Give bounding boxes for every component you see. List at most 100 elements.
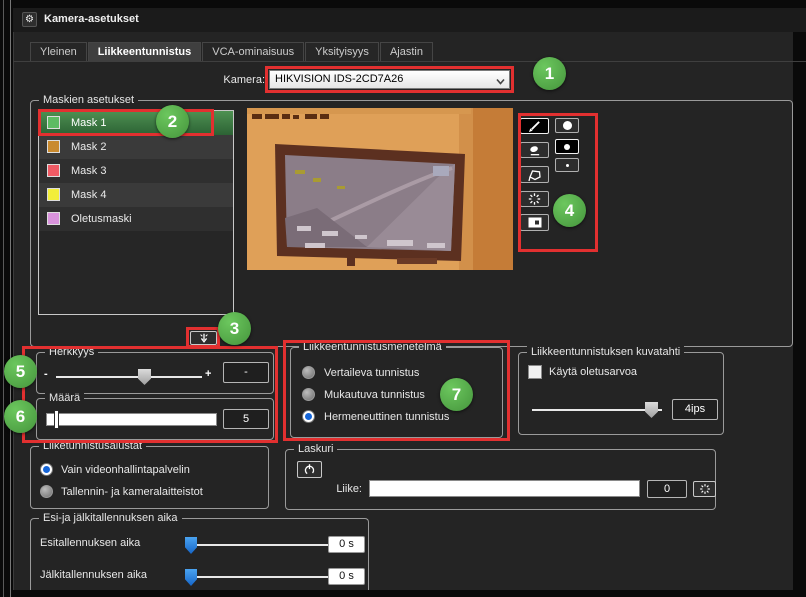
clear-mask-icon (527, 192, 542, 206)
counter-power-button[interactable] (297, 461, 322, 478)
counter-test-button[interactable] (693, 481, 716, 497)
title-bar: ⚙ Kamera-asetukset (13, 8, 806, 32)
tab-yleinen[interactable]: Yleinen (30, 42, 87, 62)
tab-vca-ominaisuus[interactable]: VCA-ominaisuus (202, 42, 304, 62)
post-recording-value-field[interactable]: 0 s (328, 568, 365, 585)
tab-divider (13, 61, 806, 62)
brush-small-icon (566, 164, 569, 167)
mask-color-swatch (47, 116, 60, 129)
eraser-icon (527, 144, 542, 157)
annotation-badge-2: 2 (156, 105, 189, 138)
use-default-checkbox[interactable] (528, 365, 542, 379)
sensitivity-value-field[interactable]: - (223, 362, 269, 383)
post-recording-label: Jälkitallennuksen aika (40, 569, 147, 581)
use-default-label[interactable]: Käytä oletusarvoa (549, 366, 637, 378)
eraser-tool-button[interactable] (520, 142, 549, 158)
pen-icon (527, 120, 542, 133)
framerate-legend: Liikkeentunnistuksen kuvatahti (527, 346, 684, 358)
mask-name: Mask 2 (71, 135, 106, 159)
motion-label: Liike: (326, 483, 362, 495)
framerate-slider-track[interactable] (532, 409, 662, 411)
window-edge-line (10, 0, 11, 597)
radio-vertaileva-label[interactable]: Vertaileva tunnistus (324, 367, 419, 379)
sensitivity-plus-label[interactable]: + (205, 368, 211, 380)
mask-name: Oletusmaski (71, 207, 132, 231)
radio-mukautuva-label[interactable]: Mukautuva tunnistus (324, 389, 425, 401)
lasso-icon (527, 168, 543, 182)
mask-name: Mask 1 (71, 111, 106, 135)
radio-recorder-camera[interactable] (40, 485, 53, 498)
tab-bar: YleinenLiikkeentunnistusVCA-ominaisuusYk… (30, 42, 434, 62)
down-arrow-icon (198, 332, 210, 344)
amount-legend: Määrä (45, 392, 84, 404)
clear-mask-button[interactable] (520, 191, 549, 207)
mask-name: Mask 3 (71, 159, 106, 183)
pen-tool-button[interactable] (520, 118, 549, 134)
mask-list-item-default[interactable]: Oletusmaski (39, 207, 233, 231)
apply-mask-down-button[interactable] (190, 331, 217, 345)
platforms-legend: Liiketunnistusalustat (39, 440, 146, 452)
platforms-groupbox: Liiketunnistusalustat (30, 446, 269, 509)
mask-list-item-3[interactable]: Mask 3 (39, 159, 233, 183)
mask-color-swatch (47, 164, 60, 177)
annotation-badge-7: 7 (440, 378, 473, 411)
counter-value-field[interactable]: 0 (647, 480, 687, 498)
amount-value-field[interactable]: 5 (223, 409, 269, 429)
starburst-icon (699, 483, 711, 495)
mask-name: Mask 4 (71, 183, 106, 207)
sensitivity-slider-track[interactable] (56, 376, 202, 378)
radio-vms-only[interactable] (40, 463, 53, 476)
motion-level-bar (369, 480, 640, 497)
brush-large-icon (563, 121, 572, 130)
amount-slider-handle[interactable] (54, 410, 59, 429)
brush-size-small-button[interactable] (555, 158, 579, 172)
radio-recorder-camera-label[interactable]: Tallennin- ja kameralaitteistot (61, 486, 203, 498)
radio-hermeneuttinen[interactable] (302, 410, 315, 423)
mask-list: Mask 1 Mask 2 Mask 3 Mask 4 Oletusmaski (38, 110, 234, 315)
annotation-badge-3: 3 (218, 312, 251, 345)
mask-color-swatch (47, 188, 60, 201)
mask-list-item-2[interactable]: Mask 2 (39, 135, 233, 159)
camera-preview[interactable] (247, 108, 513, 270)
fill-image-icon (527, 216, 543, 229)
radio-vertaileva[interactable] (302, 366, 315, 379)
power-icon (303, 463, 316, 476)
radio-mukautuva[interactable] (302, 388, 315, 401)
camera-dropdown-value: HIKVISION IDS-2CD7A26 (275, 73, 403, 85)
radio-hermeneuttinen-label[interactable]: Hermeneuttinen tunnistus (324, 411, 449, 423)
camera-label: Kamera: (200, 74, 265, 86)
pre-recording-value-field[interactable]: 0 s (328, 536, 365, 553)
amount-slider-track[interactable] (46, 413, 217, 426)
window-title: Kamera-asetukset (44, 13, 139, 25)
mask-list-item-1[interactable]: Mask 1 (39, 111, 233, 135)
gear-icon: ⚙ (22, 12, 37, 27)
chevron-down-icon (495, 76, 506, 87)
counter-legend: Laskuri (294, 443, 337, 455)
radio-vms-only-label[interactable]: Vain videonhallintapalvelin (61, 464, 190, 476)
camera-dropdown[interactable]: HIKVISION IDS-2CD7A26 (269, 70, 510, 89)
sensitivity-minus-label[interactable]: - (44, 368, 48, 380)
annotation-badge-6: 6 (4, 400, 37, 433)
annotation-badge-4: 4 (553, 194, 586, 227)
framerate-groupbox: Liikkeentunnistuksen kuvatahti (518, 352, 724, 435)
fill-image-button[interactable] (520, 214, 549, 231)
brush-size-large-button[interactable] (555, 118, 579, 133)
mask-list-item-4[interactable]: Mask 4 (39, 183, 233, 207)
brush-medium-icon (564, 144, 570, 150)
mask-color-swatch (47, 212, 60, 225)
desktop-edge-line (3, 0, 4, 597)
mask-color-swatch (47, 140, 60, 153)
tab-ajastin[interactable]: Ajastin (380, 42, 433, 62)
pre-recording-label: Esitallennuksen aika (40, 537, 140, 549)
sensitivity-legend: Herkkyys (45, 346, 98, 358)
annotation-badge-5: 5 (4, 355, 37, 388)
lasso-tool-button[interactable] (520, 166, 549, 183)
recording-time-legend: Esi-ja jälkitallennuksen aika (39, 512, 182, 524)
framerate-value-field[interactable]: 4ips (672, 399, 718, 420)
tab-liikkeentunnistus[interactable]: Liikkeentunnistus (88, 42, 202, 62)
camera-settings-screen: ⚙ Kamera-asetukset YleinenLiikkeentunnis… (0, 0, 806, 597)
tab-yksityisyys[interactable]: Yksityisyys (305, 42, 379, 62)
brush-size-medium-button[interactable] (555, 139, 579, 154)
annotation-badge-1: 1 (533, 57, 566, 90)
masks-legend: Maskien asetukset (39, 94, 138, 106)
